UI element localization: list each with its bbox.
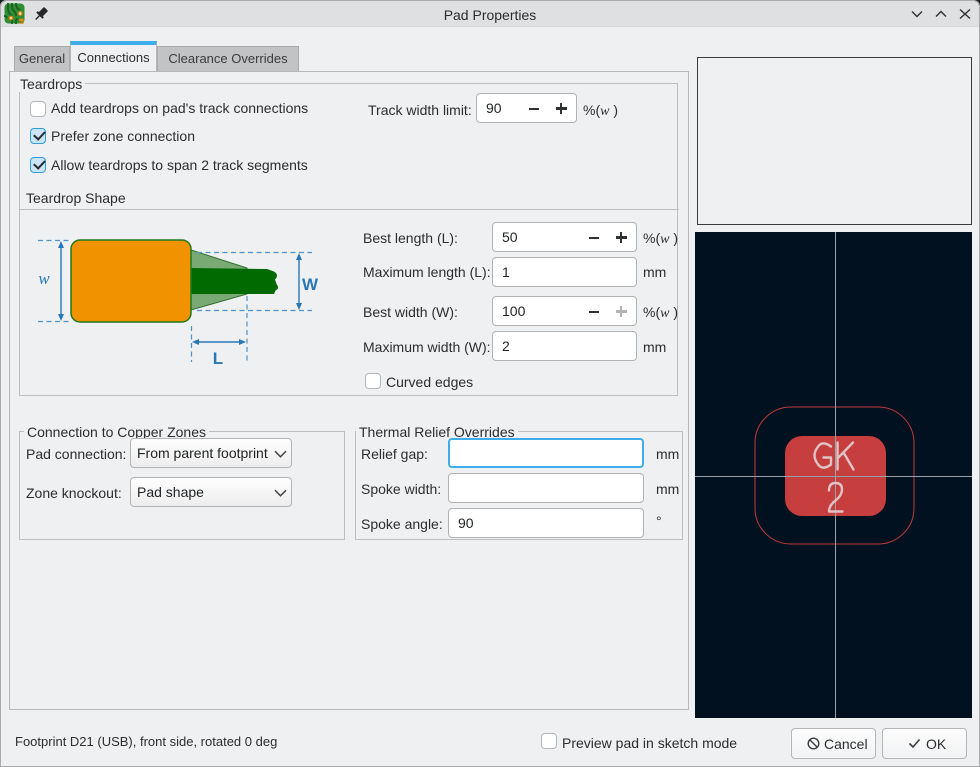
svg-text:W: W	[302, 275, 319, 294]
svg-text:L: L	[213, 349, 223, 368]
svg-text:w: w	[38, 269, 50, 288]
